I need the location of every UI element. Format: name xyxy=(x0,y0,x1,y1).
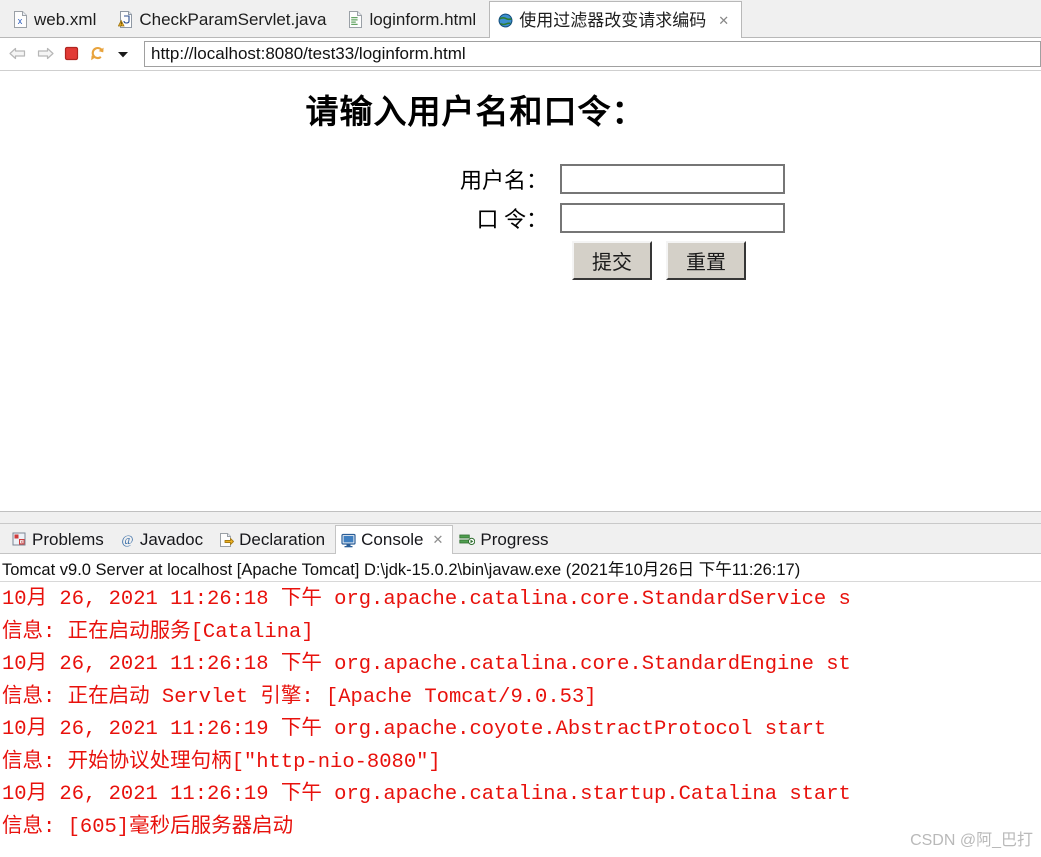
java-file-warning-icon xyxy=(118,11,133,28)
view-tab-progress[interactable]: Progress xyxy=(453,525,558,553)
editor-tab-label: 使用过滤器改变请求编码 xyxy=(519,10,707,30)
chevron-down-icon[interactable] xyxy=(116,49,130,59)
view-tab-bar: x Problems @ Javadoc Declaration Console… xyxy=(0,524,1041,554)
console-line: 10月 26, 2021 11:26:18 下午 org.apache.cata… xyxy=(2,653,851,676)
problems-icon: x xyxy=(12,532,27,547)
xml-file-icon: x xyxy=(13,11,28,28)
console-icon xyxy=(341,533,356,548)
eclipse-internal-browser-window: x web.xml CheckParamServlet.java loginfo… xyxy=(0,0,1041,857)
watermark: CSDN @阿_巴打 xyxy=(910,832,1033,849)
editor-tab-checkparamservlet-java[interactable]: CheckParamServlet.java xyxy=(109,1,340,37)
stop-square-icon[interactable] xyxy=(64,46,79,61)
page-title: 请输入用户名和口令： xyxy=(305,95,646,131)
view-tab-label: Console xyxy=(361,530,424,549)
browser-toolbar: http://localhost:8080/test33/loginform.h… xyxy=(0,38,1041,70)
editor-tab-browser-active[interactable]: 使用过滤器改变请求编码 ✕ xyxy=(489,1,743,38)
form-row-username: 用户名： xyxy=(430,163,1041,195)
close-icon[interactable]: ✕ xyxy=(718,14,729,27)
view-tab-label: Declaration xyxy=(239,529,326,549)
panel-separator[interactable] xyxy=(0,511,1041,524)
declaration-icon xyxy=(219,532,235,548)
login-form: 用户名： 口 令： 提交 重置 xyxy=(0,163,1041,280)
view-tab-label: Javadoc xyxy=(139,529,204,549)
reset-button[interactable]: 重置 xyxy=(666,241,746,280)
svg-text:x: x xyxy=(18,16,23,26)
username-label: 用户名： xyxy=(459,168,548,193)
console-line: 信息: 正在启动服务[Catalina] xyxy=(2,620,314,644)
url-text: http://localhost:8080/test33/loginform.h… xyxy=(151,43,466,63)
editor-tab-loginform-html[interactable]: loginform.html xyxy=(339,1,490,37)
back-arrow-icon[interactable] xyxy=(8,46,27,61)
editor-tab-label: CheckParamServlet.java xyxy=(139,10,327,29)
view-tab-label: Progress xyxy=(480,529,549,549)
console-line: 信息: 开始协议处理句柄["http-nio-8080"] xyxy=(2,750,441,774)
progress-icon xyxy=(459,532,476,547)
svg-text:@: @ xyxy=(121,532,133,547)
view-tab-label: Problems xyxy=(32,529,104,549)
editor-tab-bar: x web.xml CheckParamServlet.java loginfo… xyxy=(0,0,1041,38)
console-output[interactable]: 10月 26, 2021 11:26:18 下午 org.apache.cata… xyxy=(0,582,1041,844)
view-tab-problems[interactable]: x Problems xyxy=(6,525,114,553)
password-label: 口 令： xyxy=(476,207,548,232)
view-tab-declaration[interactable]: Declaration xyxy=(213,525,335,553)
globe-icon xyxy=(498,13,513,28)
refresh-icon[interactable] xyxy=(88,46,107,62)
console-line: 信息: 正在启动 Servlet 引擎: [Apache Tomcat/9.0.… xyxy=(2,685,597,709)
view-tab-console[interactable]: Console ✕ xyxy=(335,525,454,554)
browser-viewport: 请输入用户名和口令： 用户名： 口 令： 提交 重置 xyxy=(0,70,1041,511)
view-tab-javadoc[interactable]: @ Javadoc xyxy=(114,525,213,553)
forward-arrow-icon[interactable] xyxy=(36,46,55,61)
editor-tab-label: loginform.html xyxy=(369,10,477,29)
console-line: 10月 26, 2021 11:26:19 下午 org.apache.cata… xyxy=(2,783,851,806)
html-file-icon xyxy=(348,11,363,28)
console-line: 10月 26, 2021 11:26:19 下午 org.apache.coyo… xyxy=(2,718,827,741)
javadoc-icon: @ xyxy=(120,532,135,547)
console-line: 10月 26, 2021 11:26:18 下午 org.apache.cata… xyxy=(2,588,851,611)
url-bar[interactable]: http://localhost:8080/test33/loginform.h… xyxy=(144,40,1041,67)
form-row-password: 口 令： xyxy=(430,202,1041,234)
form-button-row: 提交 重置 xyxy=(430,241,1041,280)
password-input[interactable] xyxy=(560,203,785,233)
editor-tab-web-xml[interactable]: x web.xml xyxy=(4,1,110,37)
submit-button[interactable]: 提交 xyxy=(572,241,652,280)
console-line: 信息: [605]毫秒后服务器启动 xyxy=(2,815,294,839)
username-input[interactable] xyxy=(560,164,785,194)
close-icon[interactable]: ✕ xyxy=(433,532,444,548)
console-panel[interactable]: Tomcat v9.0 Server at localhost [Apache … xyxy=(0,554,1041,856)
editor-tab-label: web.xml xyxy=(34,10,97,29)
console-process-header: Tomcat v9.0 Server at localhost [Apache … xyxy=(0,554,1041,582)
